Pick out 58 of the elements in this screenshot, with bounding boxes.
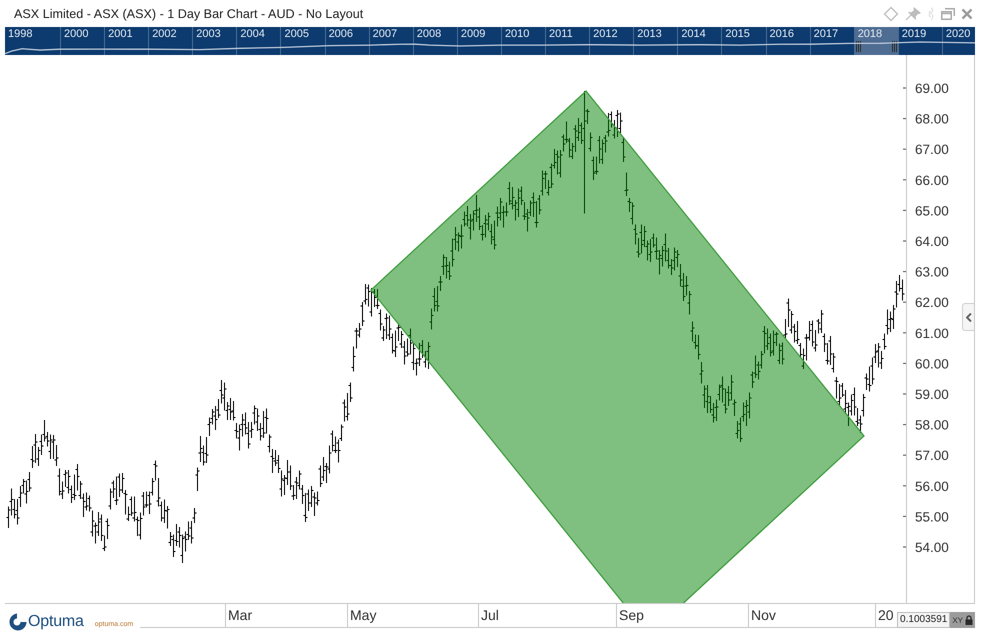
year-segment[interactable]: 2012 (589, 27, 634, 55)
price-label: 60.00 (915, 356, 949, 372)
year-segment[interactable]: 2015 (721, 27, 766, 55)
price-label: 64.00 (915, 234, 949, 249)
year-segment[interactable]: 2000 (60, 27, 104, 55)
logo-icon (8, 613, 27, 631)
year-segment[interactable]: 2004 (236, 27, 280, 55)
pin-icon[interactable] (905, 6, 921, 20)
price-label: 63.00 (915, 264, 949, 280)
brand-name: Optuma (28, 613, 84, 631)
diamond-icon[interactable] (883, 6, 899, 22)
window-title: ASX Limited - ASX (ASX) - 1 Day Bar Chart - AUD - No Layout (14, 6, 364, 20)
year-segment[interactable]: 2007 (368, 27, 413, 55)
drag-handle[interactable] (892, 41, 897, 52)
year-segment[interactable]: 2006 (324, 27, 369, 55)
year-segment[interactable]: 1998 (5, 27, 60, 55)
year-segment[interactable]: 2003 (192, 27, 236, 55)
price-label: 56.00 (915, 478, 949, 494)
chevron-left-icon (966, 312, 972, 322)
date-label: Nov (751, 607, 776, 623)
date-label: Mar (228, 607, 252, 623)
date-label: Jul (481, 607, 499, 623)
year-segment[interactable]: 2013 (633, 27, 678, 55)
year-segment[interactable]: 2014 (677, 27, 722, 55)
year-segment[interactable]: 2008 (412, 27, 457, 55)
date-label: May (350, 607, 376, 623)
price-label: 67.00 (915, 142, 949, 158)
price-label: 54.00 (915, 540, 949, 555)
xy-lock-button[interactable]: XY (950, 612, 975, 628)
price-label: 66.00 (915, 172, 949, 188)
price-label: 59.00 (915, 387, 949, 402)
date-label: Sep (619, 607, 644, 623)
price-label: 69.00 (915, 81, 949, 96)
price-label: 61.00 (915, 326, 949, 341)
price-label: 58.00 (915, 418, 949, 433)
year-segment[interactable]: 2001 (104, 27, 148, 55)
year-segment[interactable]: 2011 (545, 27, 590, 55)
date-label: 20 (878, 607, 894, 623)
year-segment[interactable]: 2018 (854, 27, 898, 55)
close-icon[interactable] (961, 8, 973, 20)
year-segment[interactable]: 2016 (766, 27, 810, 55)
price-label: 55.00 (915, 509, 949, 524)
coordinate-field[interactable]: 0.1003591 (897, 612, 950, 628)
year-segment[interactable]: 2019 (898, 27, 942, 55)
price-label: 57.00 (915, 448, 949, 464)
year-segment[interactable]: 2005 (280, 27, 325, 55)
year-segment[interactable]: 2002 (148, 27, 192, 55)
drag-handle[interactable] (856, 41, 861, 52)
price-label: 65.00 (915, 203, 949, 218)
year-segment[interactable]: 2020 (942, 27, 975, 55)
price-label: 68.00 (915, 112, 949, 127)
restore-icon[interactable] (941, 8, 955, 20)
lock-icon (965, 615, 973, 625)
year-segment[interactable]: 2010 (500, 27, 546, 55)
year-segment[interactable]: 2009 (456, 27, 501, 55)
price-label: 62.00 (915, 295, 949, 310)
rectangle-annotation[interactable] (370, 90, 865, 603)
collapse-button[interactable] (962, 303, 974, 331)
